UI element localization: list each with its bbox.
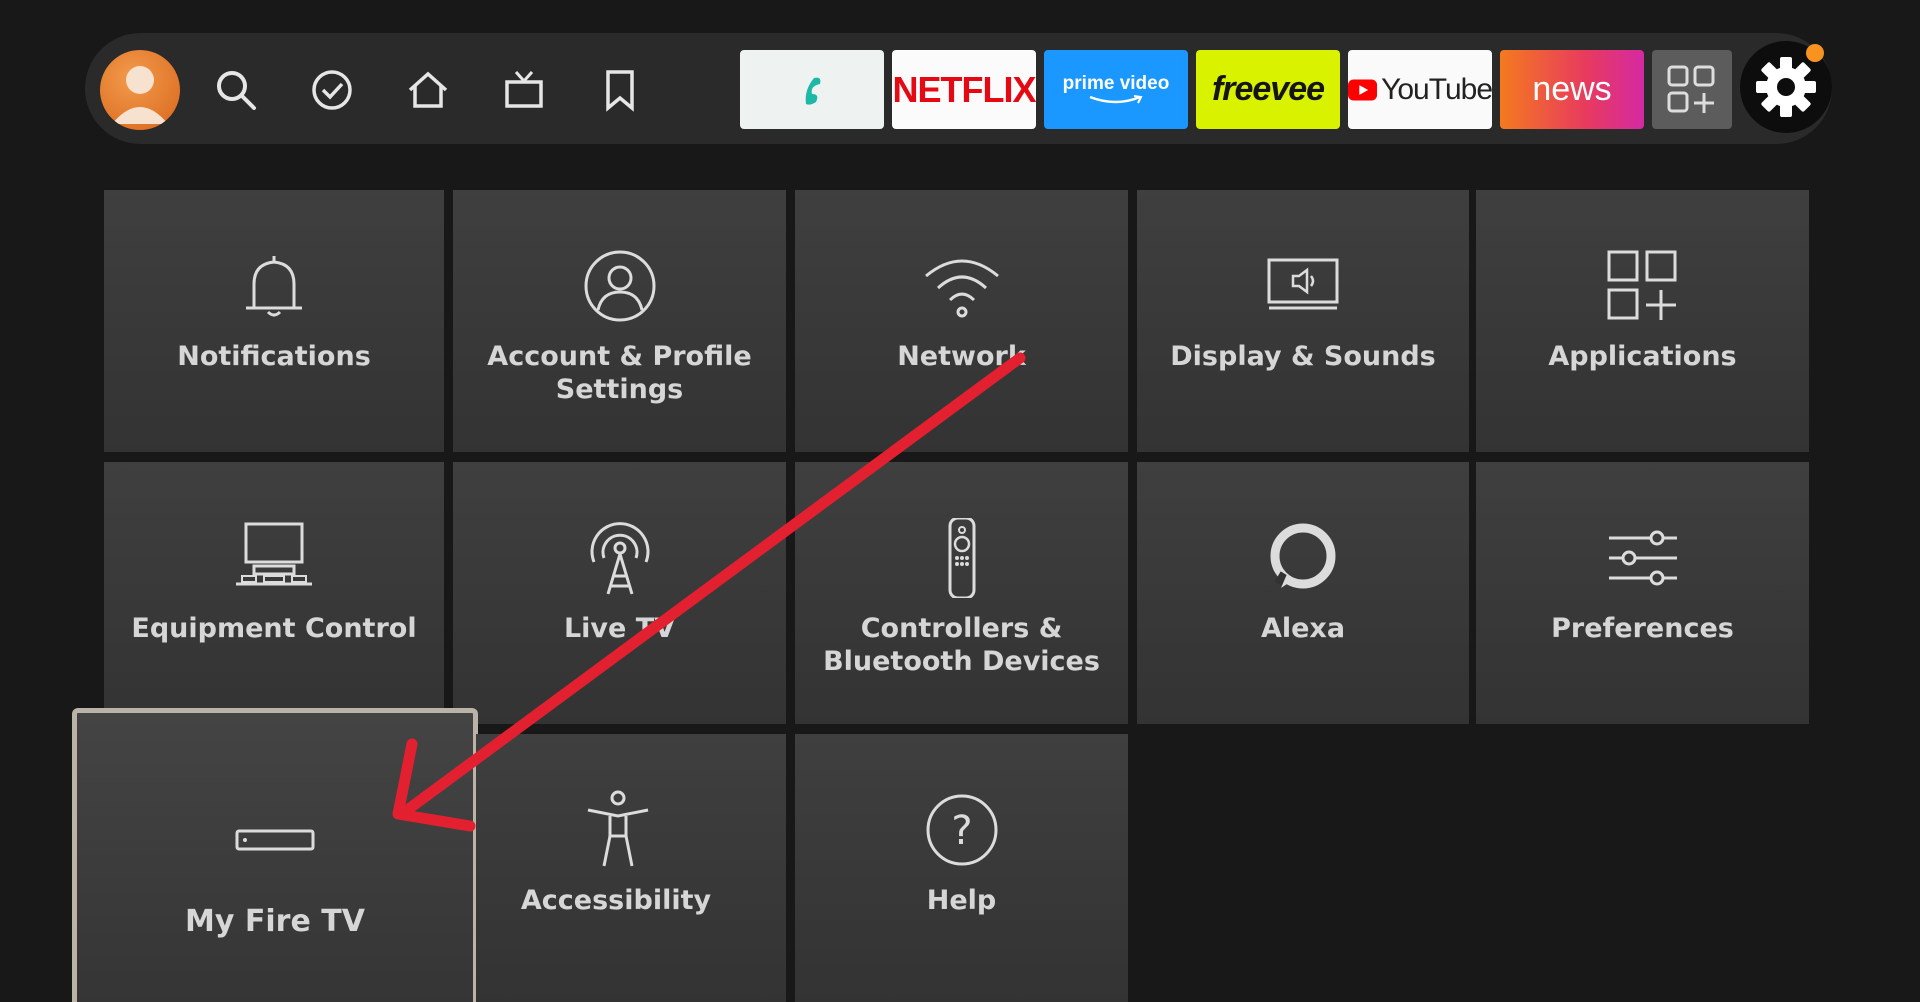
app-tile-prime-video[interactable]: prime video: [1044, 50, 1188, 129]
accessibility-icon: [578, 790, 658, 870]
tile-network[interactable]: Network: [795, 190, 1128, 452]
app-tile-freevee[interactable]: freevee: [1196, 50, 1340, 129]
tile-live-tv[interactable]: Live TV: [453, 462, 786, 724]
gear-icon: [1756, 57, 1816, 117]
app-tile-youtube[interactable]: YouTube: [1348, 50, 1492, 129]
tile-label: Network: [897, 341, 1026, 372]
youtube-play-icon: [1348, 78, 1378, 101]
fire-tv-device-icon: [235, 799, 315, 879]
tile-label: Equipment Control: [131, 613, 417, 644]
tile-label: Live TV: [563, 613, 676, 644]
app-grid-plus-icon: [1667, 65, 1715, 113]
alexa-ring-icon: [1263, 518, 1343, 598]
freevee-logo: freevee: [1211, 70, 1325, 108]
app-library-button[interactable]: [1652, 50, 1732, 129]
search-icon[interactable]: [212, 66, 260, 114]
apps-grid-icon: [1603, 246, 1683, 326]
sliders-icon: [1603, 518, 1683, 598]
tile-notifications[interactable]: Notifications: [104, 190, 444, 452]
live-tv-icon[interactable]: [500, 66, 548, 114]
equipment-icon: [234, 518, 314, 598]
netflix-logo: NETFLIX: [892, 68, 1037, 110]
notification-dot: [1806, 44, 1824, 62]
tile-display-sounds[interactable]: Display & Sounds: [1137, 190, 1469, 452]
remote-icon: [922, 516, 1002, 600]
antenna-icon: [580, 518, 660, 598]
youtube-logo: YouTube: [1381, 72, 1492, 106]
tile-equipment-control[interactable]: Equipment Control: [104, 462, 444, 724]
svg-text:?: ?: [951, 808, 972, 854]
news-logo: news: [1532, 70, 1612, 108]
prime-smile-icon: [1089, 94, 1143, 103]
surfshark-logo-icon: [805, 77, 821, 105]
tile-applications[interactable]: Applications: [1476, 190, 1809, 452]
wifi-icon: [922, 246, 1002, 326]
user-circle-icon: [580, 246, 660, 326]
app-tile-netflix[interactable]: NETFLIX: [892, 50, 1036, 129]
app-tile-news[interactable]: news: [1500, 50, 1644, 129]
question-circle-icon: ?: [922, 790, 1002, 870]
tile-account-profile-settings[interactable]: Account & Profile Settings: [453, 190, 786, 452]
check-circle-icon[interactable]: [308, 66, 356, 114]
tile-controllers-bluetooth-devices[interactable]: Controllers & Bluetooth Devices: [795, 462, 1128, 724]
tile-my-fire-tv[interactable]: My Fire TV: [72, 708, 478, 1002]
tile-preferences[interactable]: Preferences: [1476, 462, 1809, 724]
tile-label: Account & Profile Settings: [487, 341, 752, 405]
home-icon[interactable]: [404, 66, 452, 114]
tile-accessibility[interactable]: Accessibility: [476, 734, 786, 1002]
tile-label: Preferences: [1551, 613, 1734, 644]
tile-label: My Fire TV: [185, 904, 365, 939]
monitor-speaker-icon: [1263, 246, 1343, 326]
bell-icon: [234, 246, 314, 326]
tile-label: Accessibility: [520, 885, 712, 916]
tile-help[interactable]: ? Help: [795, 734, 1128, 1002]
tile-label: Applications: [1548, 341, 1737, 372]
tile-label: Display & Sounds: [1170, 341, 1436, 372]
tile-alexa[interactable]: Alexa: [1137, 462, 1469, 724]
app-tile-surfshark[interactable]: [740, 50, 884, 129]
profile-avatar[interactable]: [100, 50, 180, 130]
tile-label: Controllers & Bluetooth Devices: [823, 613, 1100, 677]
tile-label: Notifications: [177, 341, 371, 372]
tile-label: Help: [926, 885, 997, 916]
bookmark-icon[interactable]: [596, 66, 644, 114]
tile-label: Alexa: [1260, 613, 1346, 644]
prime-video-logo: prime video: [1062, 72, 1170, 94]
